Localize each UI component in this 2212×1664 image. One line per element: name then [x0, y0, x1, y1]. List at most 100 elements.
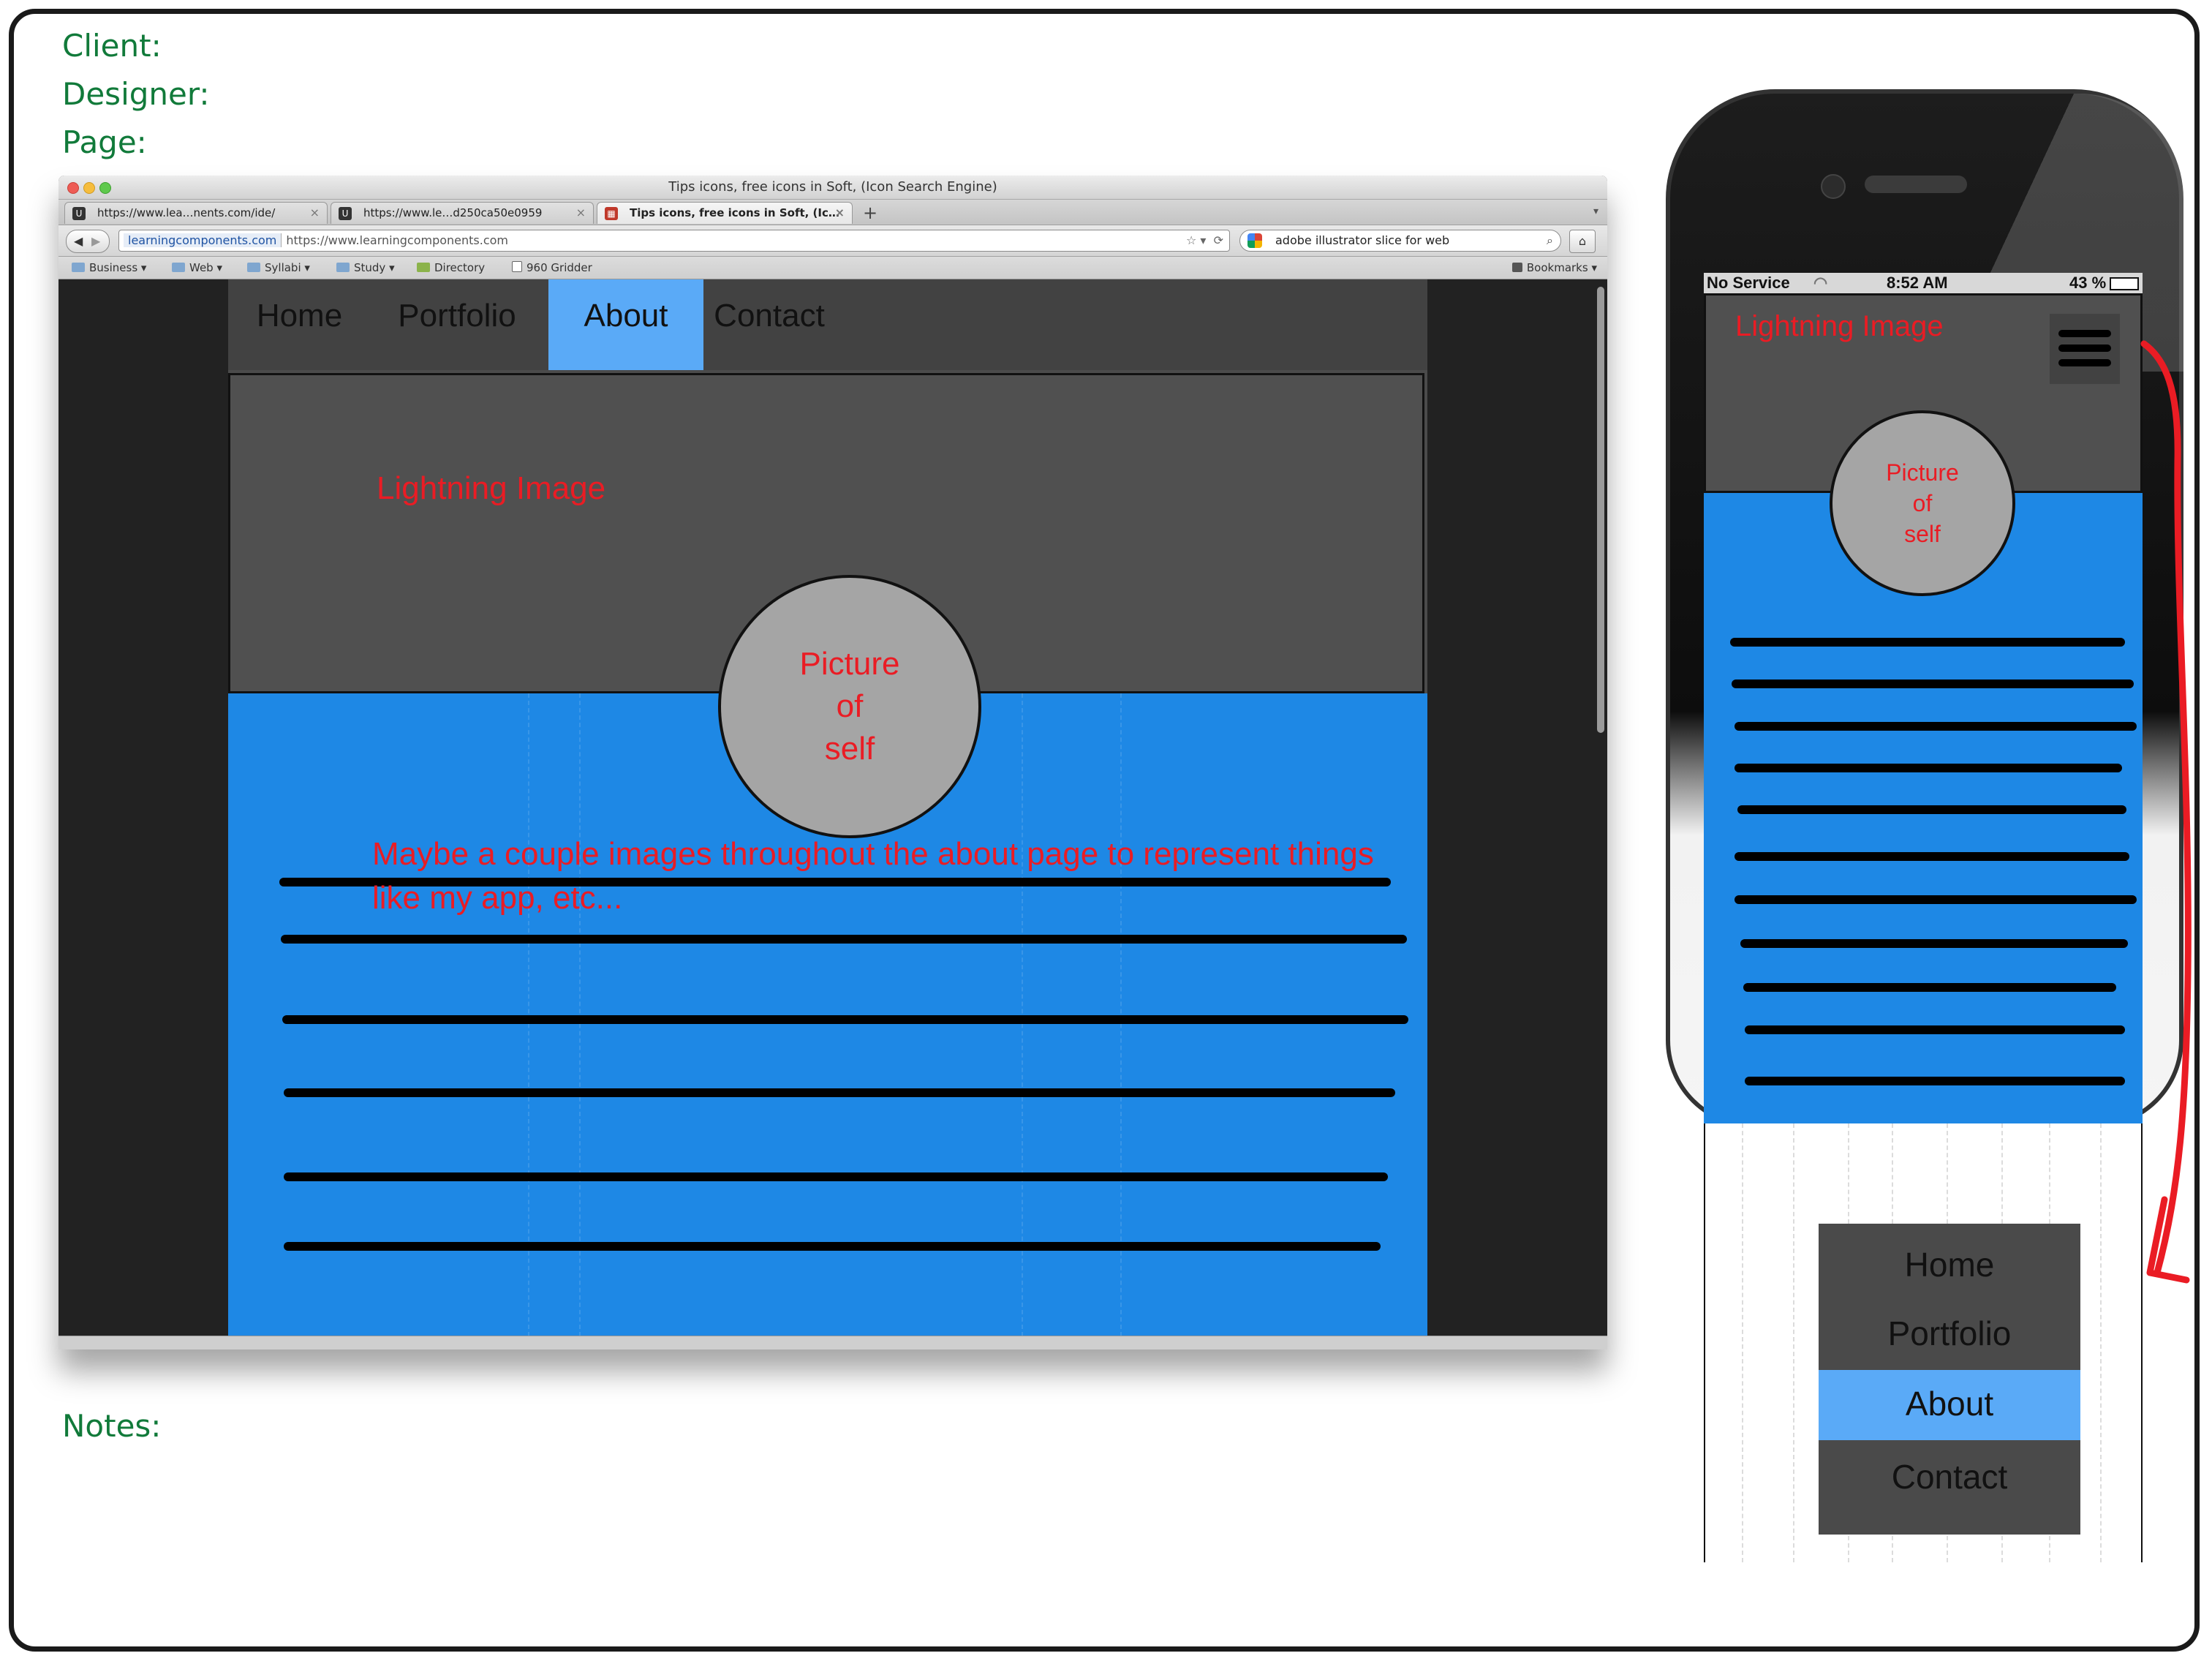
text-placeholder-line — [284, 1242, 1381, 1251]
browser-statusbar — [58, 1336, 1607, 1349]
avatar-line-2: of — [836, 688, 864, 724]
tab-3-active[interactable]: ▦ Tips icons, free icons in Soft, (Ic… × — [597, 202, 853, 224]
hero-annotation: Lightning Image — [377, 470, 606, 506]
search-text: adobe illustrator slice for web — [1275, 233, 1450, 247]
designer-label: Designer: — [62, 76, 210, 112]
grid-guide — [1793, 1123, 1794, 1562]
site-favicon-icon: U — [72, 207, 86, 220]
mobile-nav-home[interactable]: Home — [1819, 1224, 2080, 1297]
nav-portfolio[interactable]: Portfolio — [380, 279, 534, 370]
url-text: https://www.learningcomponents.com — [286, 233, 508, 247]
bookmark-directory[interactable]: Directory — [417, 261, 485, 274]
avatar-line-3: self — [824, 731, 875, 767]
mobile-nav-contact[interactable]: Contact — [1819, 1440, 2080, 1535]
wifi-icon: ◠ — [1813, 274, 1828, 292]
url-bar[interactable]: learningcomponents.com https://www.learni… — [118, 230, 1230, 252]
tab-strip: U https://www.lea…nents.com/ide/ × U htt… — [58, 200, 1607, 225]
bookmarks-bar: Business ▾ Web ▾ Syllabi ▾ Study ▾ Direc… — [58, 257, 1607, 279]
site-favicon-icon: U — [339, 207, 352, 220]
arrow-annotation-icon — [2140, 340, 2192, 1284]
bookmarks-menu[interactable]: Bookmarks ▾ — [1511, 261, 1597, 274]
forward-icon[interactable]: ▶ — [91, 230, 100, 252]
star-icon[interactable]: ☆ ▾ ⟳ — [1186, 230, 1223, 251]
text-placeholder-line — [281, 935, 1407, 944]
website-mockup: Home Portfolio About Contact Lightning I… — [228, 279, 1427, 1336]
browser-window: Tips icons, free icons in Soft, (Icon Se… — [58, 176, 1607, 1349]
phone-dropdown-menu: Home Portfolio About Contact — [1819, 1224, 2080, 1535]
client-label: Client: — [62, 28, 162, 64]
text-placeholder-line — [284, 1088, 1395, 1097]
search-field[interactable]: adobe illustrator slice for web ⌕ — [1239, 230, 1561, 252]
bookmark-business[interactable]: Business ▾ — [72, 261, 146, 274]
tab-1-label: https://www.lea…nents.com/ide/ — [97, 206, 276, 219]
back-forward-group: ◀ ▶ — [66, 230, 110, 253]
camera-icon — [1821, 174, 1846, 199]
nav-contact[interactable]: Contact — [707, 279, 831, 370]
mobile-nav-portfolio[interactable]: Portfolio — [1819, 1297, 2080, 1370]
avatar-line-1: Picture — [799, 646, 900, 682]
phone-profile-picture-placeholder: Picture of self — [1830, 410, 2015, 596]
bookmark-web[interactable]: Web ▾ — [172, 261, 222, 274]
tab-1[interactable]: U https://www.lea…nents.com/ide/ × — [64, 202, 328, 224]
text-placeholder-line — [1745, 1025, 2125, 1034]
window-title: Tips icons, free icons in Soft, (Icon Se… — [668, 179, 997, 195]
browser-viewport: Home Portfolio About Contact Lightning I… — [58, 279, 1607, 1336]
notes-label: Notes: — [62, 1408, 162, 1444]
icon-search-favicon-icon: ▦ — [605, 207, 618, 220]
text-placeholder-line — [1743, 983, 2116, 992]
grid-guide — [2100, 1123, 2102, 1562]
phone-status-bar: No Service ◠ 8:52 AM 43 % — [1704, 273, 2143, 293]
text-placeholder-line — [1745, 1077, 2125, 1085]
bookmark-syllabi[interactable]: Syllabi ▾ — [247, 261, 310, 274]
phone-hero-annotation: Lightning Image — [1735, 310, 1944, 342]
mobile-nav-about-active[interactable]: About — [1819, 1370, 2080, 1440]
text-placeholder-line — [1735, 852, 2129, 861]
folder-icon — [72, 263, 85, 272]
browser-titlebar: Tips icons, free icons in Soft, (Icon Se… — [58, 176, 1607, 200]
profile-picture-placeholder: Picture of self — [718, 575, 981, 838]
text-placeholder-line — [282, 1015, 1408, 1024]
text-placeholder-line — [1735, 895, 2137, 904]
phone-avatar-line-3: self — [1904, 521, 1941, 547]
clock-text: 8:52 AM — [1887, 274, 1948, 292]
url-domain: learningcomponents.com — [124, 233, 282, 247]
phone-avatar-line-1: Picture — [1886, 459, 1959, 486]
carrier-text: No Service — [1707, 274, 1790, 292]
text-placeholder-line — [1730, 638, 2125, 647]
text-placeholder-line — [1735, 722, 2137, 731]
nav-about-active[interactable]: About — [548, 279, 703, 370]
phone-avatar-line-2: of — [1912, 490, 1933, 516]
search-icon[interactable]: ⌕ — [1547, 230, 1553, 251]
text-placeholder-line — [1732, 679, 2134, 688]
close-tab-icon[interactable]: × — [576, 203, 586, 223]
grid-guide — [1742, 1123, 1743, 1562]
tab-list-icon[interactable]: ▾ — [1593, 206, 1598, 217]
tab-2-label: https://www.le…d250ca50e0959 — [363, 206, 543, 219]
text-placeholder-line — [284, 1172, 1388, 1181]
folder-icon — [336, 263, 350, 272]
hamburger-menu-icon[interactable] — [2050, 314, 2120, 384]
tab-2[interactable]: U https://www.le…d250ca50e0959 × — [331, 202, 594, 224]
site-nav: Home Portfolio About Contact — [228, 279, 1427, 370]
close-tab-icon[interactable]: × — [835, 203, 845, 223]
page-label: Page: — [62, 124, 147, 160]
bookmarks-icon — [1511, 263, 1522, 272]
text-placeholder-line — [1737, 805, 2126, 814]
battery-text: 43 % — [2069, 274, 2107, 292]
folder-icon — [247, 263, 260, 272]
vertical-scrollbar[interactable] — [1597, 287, 1604, 733]
nav-home[interactable]: Home — [228, 279, 371, 370]
new-tab-button[interactable]: + — [856, 204, 885, 223]
back-icon[interactable]: ◀ — [74, 230, 83, 252]
home-icon[interactable]: ⌂ — [1569, 230, 1596, 253]
close-tab-icon[interactable]: × — [310, 203, 320, 223]
bookmark-study[interactable]: Study ▾ — [336, 261, 395, 274]
page-icon — [512, 261, 522, 272]
browser-toolbar: ◀ ▶ learningcomponents.com https://www.le… — [58, 225, 1607, 257]
folder-icon — [172, 263, 185, 272]
text-placeholder-line — [1740, 939, 2128, 948]
bookmark-960-gridder[interactable]: 960 Gridder — [512, 261, 592, 274]
google-icon — [1247, 233, 1262, 248]
text-placeholder-line — [1735, 764, 2122, 772]
site-icon — [417, 263, 430, 272]
